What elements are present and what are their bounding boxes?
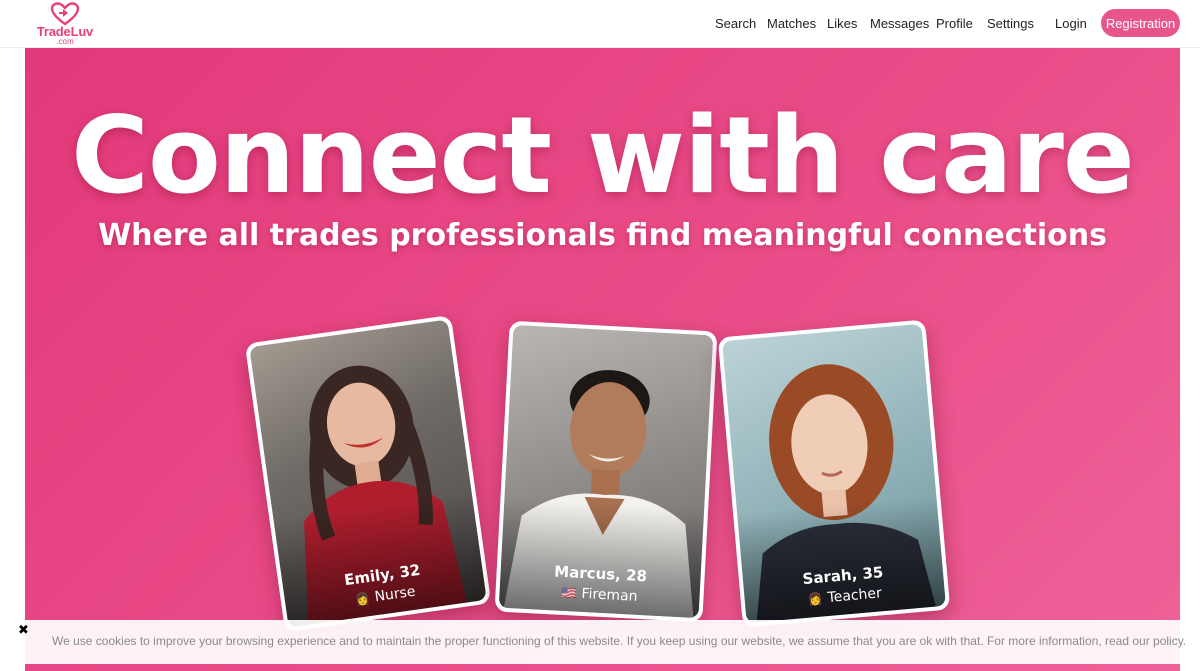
teacher-icon: 👩 bbox=[807, 591, 824, 607]
profile-photo: Marcus, 28 🇺🇸 Fireman bbox=[498, 324, 714, 619]
nurse-icon: 👩 bbox=[354, 591, 371, 607]
nav-messages[interactable]: Messages bbox=[870, 0, 929, 47]
nav-search[interactable]: Search bbox=[715, 0, 756, 47]
nav-link-matches[interactable]: Matches bbox=[767, 16, 816, 31]
nav-link-likes[interactable]: Likes bbox=[827, 16, 857, 31]
heart-logo-icon bbox=[50, 2, 80, 26]
hero-section: Connect with care Where all trades profe… bbox=[25, 48, 1180, 671]
profile-card-sarah[interactable]: Sarah, 35 👩 Teacher bbox=[717, 319, 951, 628]
close-icon[interactable]: ✖ bbox=[18, 623, 29, 638]
profile-card-marcus[interactable]: Marcus, 28 🇺🇸 Fireman bbox=[494, 320, 718, 623]
nav-likes[interactable]: Likes bbox=[827, 0, 857, 47]
brand-domain: .com bbox=[56, 37, 74, 46]
hero-subtitle: Where all trades professionals find mean… bbox=[98, 218, 1107, 253]
cookie-message: We use cookies to improve your browsing … bbox=[52, 634, 1187, 648]
nav-matches[interactable]: Matches bbox=[767, 0, 816, 47]
site-header: TradeLuv .com Search Matches Likes Messa… bbox=[0, 0, 1200, 48]
profile-photo: Emily, 32 👩 Nurse bbox=[249, 319, 487, 628]
profile-job-label: Fireman bbox=[581, 585, 638, 605]
registration-button[interactable]: Registration bbox=[1101, 9, 1180, 37]
brand-logo[interactable]: TradeLuv .com bbox=[36, 2, 94, 46]
nav-settings[interactable]: Settings bbox=[987, 0, 1034, 47]
nav-link-search[interactable]: Search bbox=[715, 16, 756, 31]
nav-link-messages[interactable]: Messages bbox=[870, 16, 929, 31]
nav-link-profile[interactable]: Profile bbox=[936, 16, 973, 31]
profile-photo: Sarah, 35 👩 Teacher bbox=[722, 323, 946, 624]
cookie-banner: ✖ We use cookies to improve your browsin… bbox=[12, 620, 1192, 664]
nav-login[interactable]: Login bbox=[1055, 0, 1087, 47]
nav-link-settings[interactable]: Settings bbox=[987, 16, 1034, 31]
flag-icon: 🇺🇸 bbox=[561, 585, 577, 601]
login-link[interactable]: Login bbox=[1055, 16, 1087, 31]
hero-title: Connect with care bbox=[71, 94, 1135, 217]
nav-profile[interactable]: Profile bbox=[936, 0, 973, 47]
profile-card-emily[interactable]: Emily, 32 👩 Nurse bbox=[244, 314, 492, 633]
